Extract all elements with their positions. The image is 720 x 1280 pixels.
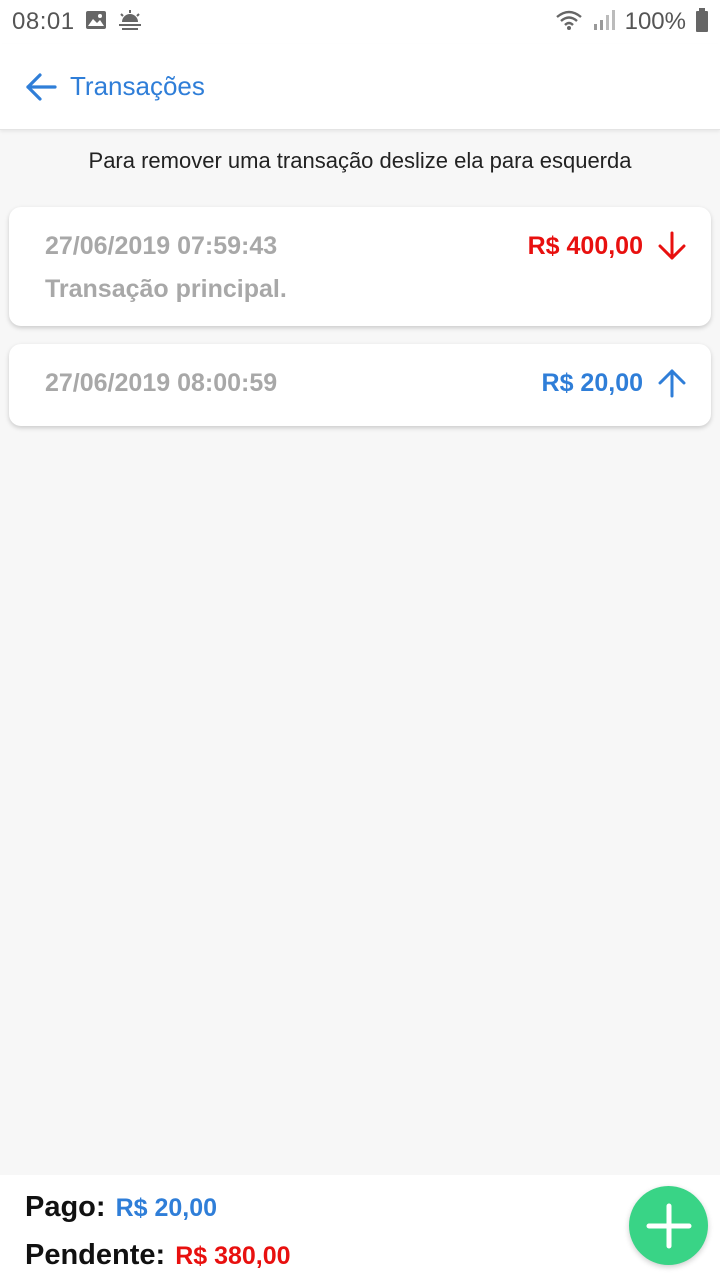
wifi-icon xyxy=(555,9,583,36)
signal-icon xyxy=(593,9,615,36)
summary-footer: Pago: R$ 20,00 Pendente: R$ 380,00 xyxy=(0,1175,720,1280)
paid-value: R$ 20,00 xyxy=(115,1194,218,1222)
transaction-datetime: 27/06/2019 07:59:43 xyxy=(45,231,278,260)
paid-summary: Pago: R$ 20,00 xyxy=(25,1191,217,1224)
transaction-row: 27/06/2019 07:59:43 R$ 400,00 xyxy=(45,231,687,261)
transaction-card[interactable]: 27/06/2019 08:00:59 R$ 20,00 xyxy=(9,344,711,426)
arrow-left-icon xyxy=(26,72,57,101)
battery-icon xyxy=(696,7,708,37)
transaction-amount-wrap: R$ 20,00 xyxy=(542,368,687,398)
page-title: Transações xyxy=(70,71,205,101)
status-right: 100% xyxy=(555,7,708,37)
pending-label: Pendente: xyxy=(25,1239,166,1271)
pending-summary: Pendente: R$ 380,00 xyxy=(25,1239,291,1272)
battery-percent: 100% xyxy=(624,8,686,35)
weather-icon xyxy=(117,9,143,35)
transaction-amount: R$ 20,00 xyxy=(541,368,643,397)
app-bar: Transações xyxy=(0,44,720,130)
transaction-row: 27/06/2019 08:00:59 R$ 20,00 xyxy=(45,368,687,398)
swipe-hint: Para remover uma transação deslize ela p… xyxy=(88,148,632,173)
plus-icon xyxy=(646,1203,691,1248)
paid-label: Pago: xyxy=(25,1191,106,1223)
add-transaction-button[interactable] xyxy=(629,1186,708,1265)
status-time: 08:01 xyxy=(12,8,75,35)
arrow-up-icon xyxy=(658,369,686,398)
transaction-amount: R$ 400,00 xyxy=(527,231,643,260)
transaction-description: Transação principal. xyxy=(45,275,287,303)
back-button[interactable] xyxy=(24,70,58,104)
image-icon xyxy=(85,10,107,35)
transaction-amount-wrap: R$ 400,00 xyxy=(528,231,687,261)
pending-value: R$ 380,00 xyxy=(175,1242,291,1270)
transaction-card[interactable]: 27/06/2019 07:59:43 R$ 400,00 Transação … xyxy=(9,207,711,326)
status-left: 08:01 xyxy=(12,8,143,36)
arrow-down-icon xyxy=(658,231,686,260)
transaction-datetime: 27/06/2019 08:00:59 xyxy=(45,368,278,397)
status-bar: 08:01 100% xyxy=(0,0,720,44)
